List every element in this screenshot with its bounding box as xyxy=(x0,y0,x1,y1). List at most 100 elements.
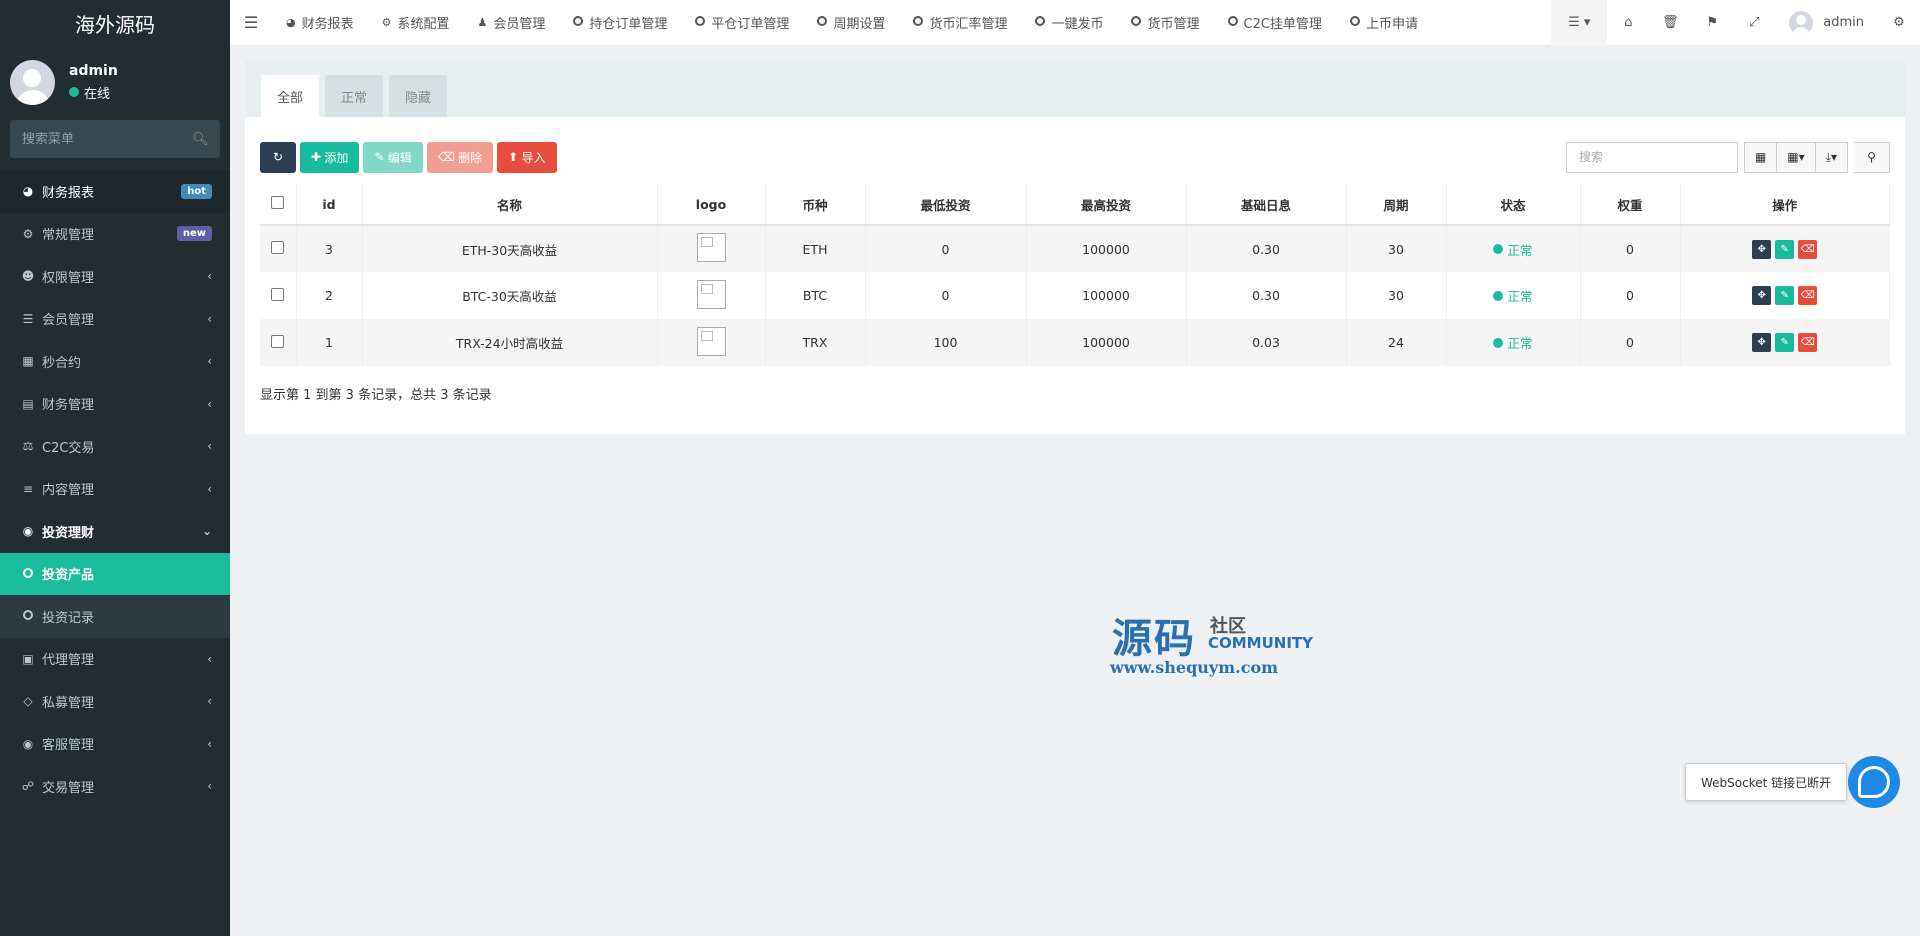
import-button[interactable]: ⬆ 导入 xyxy=(497,141,557,173)
col-max-invest[interactable]: 最高投资 xyxy=(1026,184,1187,226)
broken-image-icon[interactable] xyxy=(696,279,726,309)
col-logo[interactable]: logo xyxy=(657,184,766,226)
status-dot-icon xyxy=(1493,244,1504,254)
col-id[interactable]: id xyxy=(296,184,363,226)
refresh-icon: ↻ xyxy=(272,150,284,164)
top-link-label: 财务报表 xyxy=(301,17,354,32)
pencil-icon: ✎ xyxy=(1780,337,1789,348)
trash-icon: ⌫ xyxy=(1800,243,1815,255)
sidebar-item-members[interactable]: ☰ 会员管理 ‹ xyxy=(0,298,230,341)
select-all-checkbox[interactable] xyxy=(271,196,285,209)
sidebar-item-c2c[interactable]: ⚖ C2C交易 ‹ xyxy=(0,425,230,468)
compass-icon: ◉ xyxy=(22,524,34,539)
brand-logo[interactable]: 海外源码 xyxy=(0,0,230,46)
row-checkbox[interactable] xyxy=(271,287,285,301)
cell-status: 正常 xyxy=(1446,319,1581,366)
table-row[interactable]: 1 TRX-24小时高收益 TRX 100 100000 0.03 24 正常 … xyxy=(260,319,1890,366)
row-edit-button[interactable]: ✎ xyxy=(1775,239,1795,259)
drag-sort-button[interactable]: ✥ xyxy=(1752,333,1772,352)
export-button[interactable]: ⤓▾ xyxy=(1815,141,1848,173)
col-weight[interactable]: 权重 xyxy=(1580,184,1681,226)
col-daily-rate[interactable]: 基础日息 xyxy=(1186,184,1347,226)
drag-sort-button[interactable]: ✥ xyxy=(1752,239,1772,259)
table-row[interactable]: 2 BTC-30天高收益 BTC 0 100000 0.30 30 正常 0 ✥… xyxy=(260,272,1890,319)
cell-actions: ✥ ✎ ⌫ xyxy=(1680,272,1890,319)
top-link-finance-report[interactable]: ◕ 财务报表 xyxy=(272,0,368,46)
col-min-invest[interactable]: 最低投资 xyxy=(865,184,1027,226)
top-link-c2c-orders[interactable]: C2C挂单管理 xyxy=(1214,0,1336,46)
sidebar-item-content[interactable]: ≡ 内容管理 ‹ xyxy=(0,468,230,511)
menu-search: 🔍︎ xyxy=(10,120,220,158)
toggle-view-button[interactable]: ▦ xyxy=(1743,141,1778,173)
topbar: ☰ ◕ 财务报表 ⚙ 系统配置 ♟ 会员管理 持仓订单管理 平仓订单管理 周期设置 货… xyxy=(230,0,1920,46)
row-checkbox[interactable] xyxy=(271,334,285,348)
table-search-input[interactable] xyxy=(1565,141,1738,173)
chat-button[interactable] xyxy=(1848,756,1900,808)
tab-hidden[interactable]: 隐藏 xyxy=(389,75,448,117)
home-icon[interactable]: ⌂ xyxy=(1607,0,1649,46)
tab-normal[interactable]: 正常 xyxy=(325,75,384,117)
balance-scale-icon: ⚖ xyxy=(22,439,34,454)
drag-sort-button[interactable]: ✥ xyxy=(1752,286,1772,305)
broken-image-icon[interactable] xyxy=(696,326,726,356)
cell-logo xyxy=(657,272,766,319)
sidebar-item-investment[interactable]: ◉ 投资理财 ⌄ xyxy=(0,510,230,553)
row-delete-button[interactable]: ⌫ xyxy=(1798,286,1818,305)
top-user-menu[interactable]: admin xyxy=(1775,10,1878,35)
col-name[interactable]: 名称 xyxy=(362,184,658,226)
col-period[interactable]: 周期 xyxy=(1346,184,1447,226)
delete-button[interactable]: ⌫ 删除 xyxy=(426,141,494,173)
menu-dropdown-icon[interactable]: ☰ ▾ xyxy=(1551,0,1608,46)
language-icon[interactable]: ⚑ xyxy=(1691,0,1733,46)
menu-search-input[interactable] xyxy=(22,131,192,147)
row-delete-button[interactable]: ⌫ xyxy=(1798,239,1818,259)
top-link-one-click-issue[interactable]: 一键发币 xyxy=(1021,0,1117,46)
refresh-button[interactable]: ↻ xyxy=(260,141,296,173)
sidebar-item-customer-service[interactable]: ◉ 客服管理 ‹ xyxy=(0,723,230,766)
top-link-currency-management[interactable]: 货币管理 xyxy=(1117,0,1213,46)
status-badge[interactable]: 正常 xyxy=(1493,333,1533,352)
sidebar-item-agent[interactable]: ▣ 代理管理 ‹ xyxy=(0,638,230,681)
top-link-system-config[interactable]: ⚙ 系统配置 xyxy=(368,0,464,46)
status-text: 正常 xyxy=(1507,242,1533,258)
broken-image-icon[interactable] xyxy=(696,233,726,262)
top-link-open-orders[interactable]: 持仓订单管理 xyxy=(559,0,681,46)
sidebar-toggle-icon[interactable]: ☰ xyxy=(230,13,272,32)
row-checkbox[interactable] xyxy=(271,241,285,254)
advanced-search-button[interactable]: ⚲ xyxy=(1854,141,1890,173)
top-link-members[interactable]: ♟ 会员管理 xyxy=(464,0,560,46)
sidebar-item-trading[interactable]: ☍ 交易管理 ‹ xyxy=(0,765,230,808)
table-icon: ▦ xyxy=(1754,150,1767,164)
sidebar-item-investment-records[interactable]: 投资记录 xyxy=(0,595,230,638)
fullscreen-icon[interactable]: ⤢ xyxy=(1733,0,1775,46)
sidebar-item-general[interactable]: ⚙ 常规管理 new xyxy=(0,213,230,256)
columns-button[interactable]: ▦▾ xyxy=(1777,141,1816,173)
col-coin[interactable]: 币种 xyxy=(765,184,866,226)
sidebar-item-private-fund[interactable]: ◇ 私募管理 ‹ xyxy=(0,680,230,723)
top-link-exchange-rates[interactable]: 货币汇率管理 xyxy=(899,0,1021,46)
top-link-closed-orders[interactable]: 平仓订单管理 xyxy=(681,0,803,46)
sidebar-item-finance[interactable]: ▤ 财务管理 ‹ xyxy=(0,383,230,426)
row-edit-button[interactable]: ✎ xyxy=(1775,286,1795,305)
status-badge[interactable]: 正常 xyxy=(1493,286,1533,305)
settings-icon[interactable]: ⚙ xyxy=(1878,0,1920,46)
sidebar-item-second-contract[interactable]: ▦ 秒合约 ‹ xyxy=(0,340,230,383)
circle-icon xyxy=(1131,16,1142,29)
cogs-icon: ⚙ xyxy=(22,226,34,241)
tab-all[interactable]: 全部 xyxy=(261,75,320,117)
search-icon[interactable]: 🔍︎ xyxy=(192,132,209,147)
trash-icon[interactable]: 🗑︎ xyxy=(1649,0,1691,46)
calendar-icon: ▦ xyxy=(22,354,34,369)
sidebar-item-finance-report[interactable]: ◕ 财务报表 hot xyxy=(0,170,230,213)
row-edit-button[interactable]: ✎ xyxy=(1775,333,1795,352)
edit-button[interactable]: ✎ 编辑 xyxy=(363,141,423,173)
add-button[interactable]: ✚ 添加 xyxy=(300,141,360,173)
sidebar-item-permissions[interactable]: ☻ 权限管理 ‹ xyxy=(0,255,230,298)
row-delete-button[interactable]: ⌫ xyxy=(1798,333,1818,352)
col-status[interactable]: 状态 xyxy=(1446,184,1581,226)
table-row[interactable]: 3 ETH-30天高收益 ETH 0 100000 0.30 30 正常 0 ✥… xyxy=(260,225,1890,272)
status-badge[interactable]: 正常 xyxy=(1493,240,1533,259)
top-link-period-settings[interactable]: 周期设置 xyxy=(803,0,899,46)
top-link-listing-application[interactable]: 上币申请 xyxy=(1336,0,1432,46)
sidebar-item-investment-products[interactable]: 投资产品 xyxy=(0,552,230,595)
